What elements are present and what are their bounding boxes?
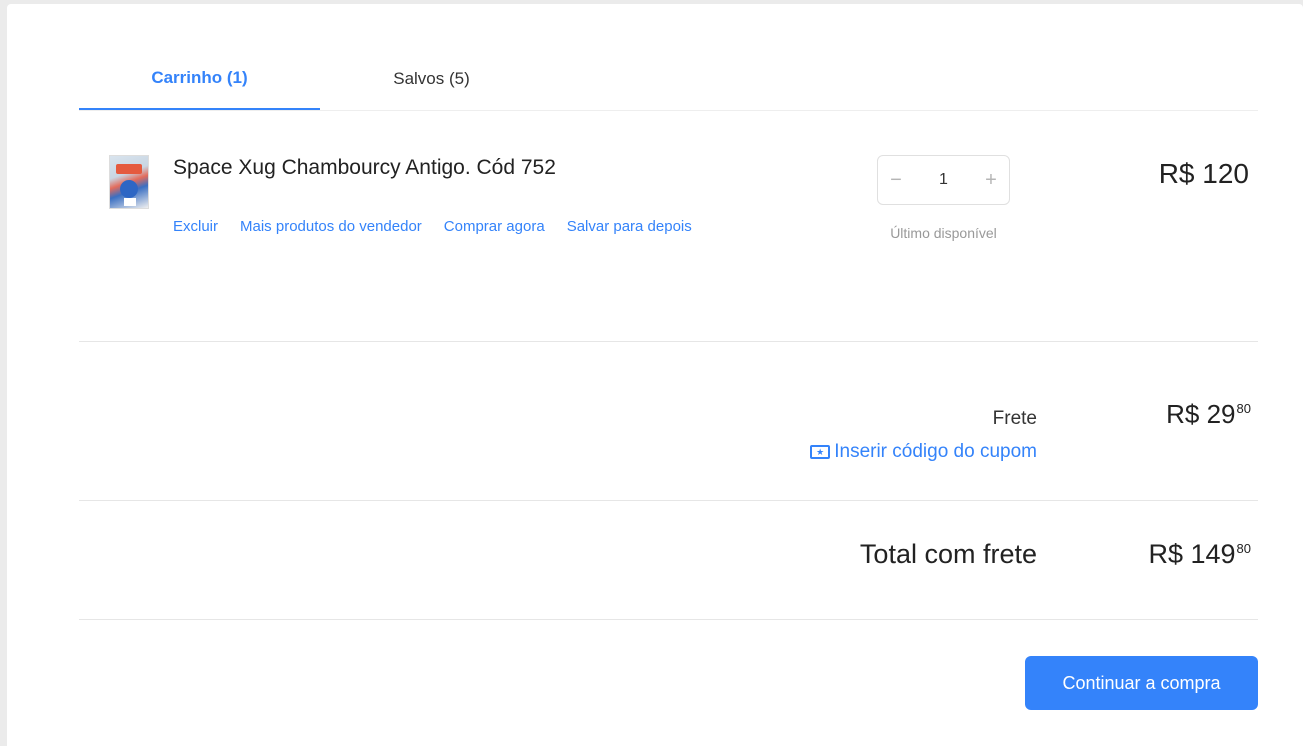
save-for-later-link[interactable]: Salvar para depois xyxy=(567,218,692,235)
product-title[interactable]: Space Xug Chambourcy Antigo. Cód 752 xyxy=(173,156,556,180)
continue-button[interactable]: Continuar a compra xyxy=(1025,656,1258,710)
tab-saved[interactable]: Salvos (5) xyxy=(311,48,552,110)
item-price: R$ 120 xyxy=(1158,158,1249,189)
shipping-price: R$ 2980 xyxy=(1166,399,1251,429)
buy-now-link[interactable]: Comprar agora xyxy=(444,218,545,235)
divider xyxy=(79,341,1258,342)
cart-card: Carrinho (1) Salvos (5) Space Xug Chambo… xyxy=(7,4,1303,746)
coupon-link-label: Inserir código do cupom xyxy=(834,441,1037,462)
cart-tabs: Carrinho (1) Salvos (5) xyxy=(79,48,1258,111)
minus-icon[interactable]: − xyxy=(878,169,914,192)
coupon-link[interactable]: ★ Inserir código do cupom xyxy=(810,441,1037,463)
delete-link[interactable]: Excluir xyxy=(173,218,218,235)
seller-products-link[interactable]: Mais produtos do vendedor xyxy=(240,218,422,235)
divider xyxy=(79,619,1258,620)
total-price: R$ 14980 xyxy=(1148,539,1251,569)
quantity-value[interactable]: 1 xyxy=(914,171,973,189)
product-thumbnail[interactable] xyxy=(109,155,149,209)
total-label: Total com frete xyxy=(859,539,1037,569)
tab-cart[interactable]: Carrinho (1) xyxy=(79,48,320,110)
stock-note: Último disponível xyxy=(890,225,997,241)
plus-icon[interactable]: + xyxy=(973,169,1009,192)
quantity-stepper: − 1 + xyxy=(877,155,1010,205)
item-actions: Excluir Mais produtos do vendedor Compra… xyxy=(173,218,714,235)
coupon-icon: ★ xyxy=(810,445,831,459)
divider xyxy=(79,500,1258,501)
shipping-label: Frete xyxy=(992,408,1037,429)
